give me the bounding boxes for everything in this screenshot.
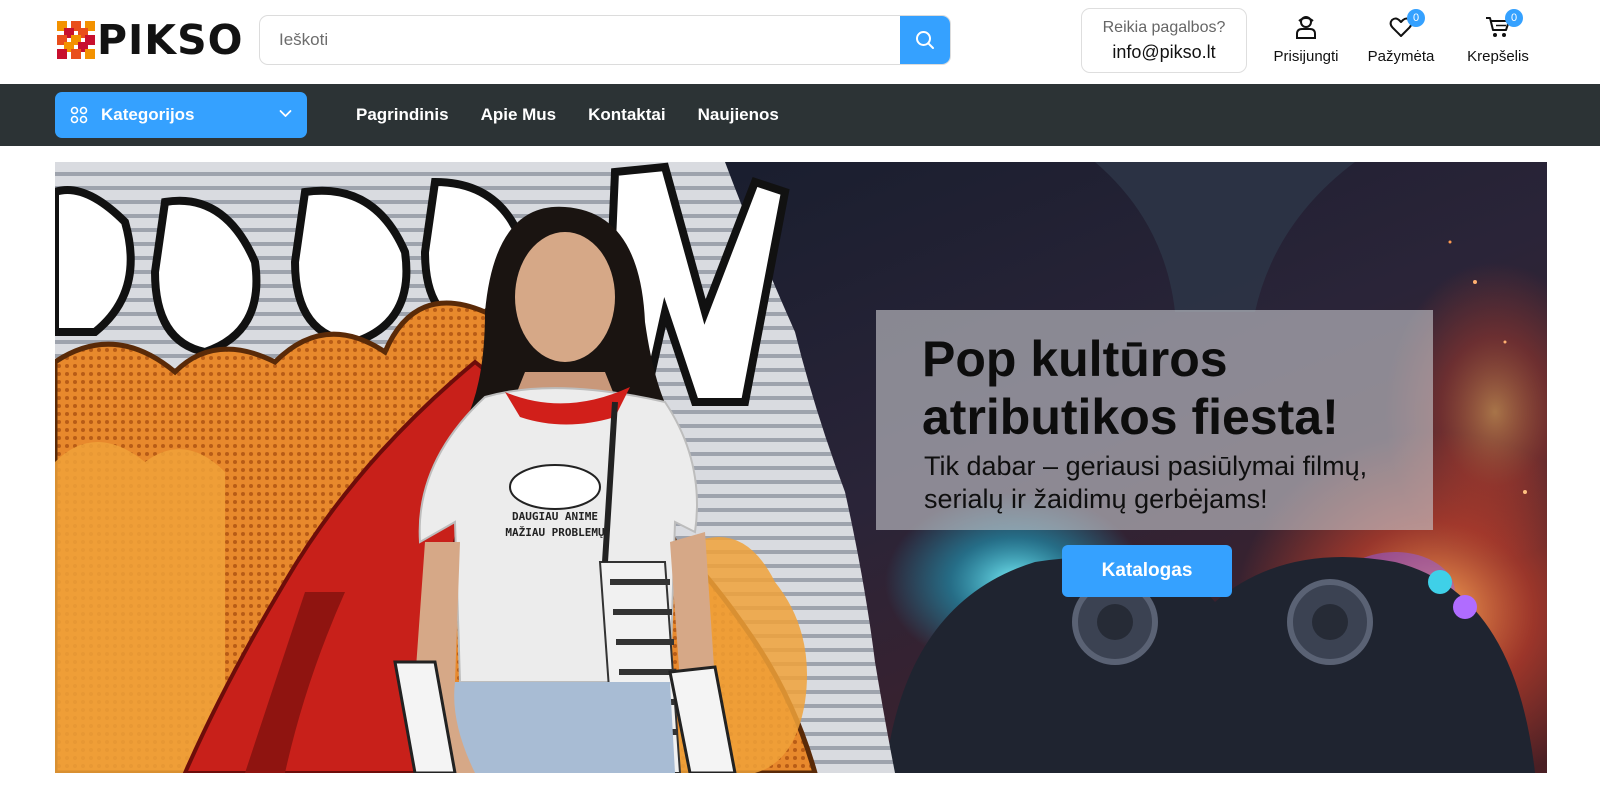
cart-button[interactable]: 0 Krepšelis	[1462, 9, 1534, 70]
categories-dropdown[interactable]: Kategorijos	[55, 92, 307, 138]
hero-title: Pop kultūros atributikos fiesta!	[922, 331, 1339, 445]
login-label: Prisijungti	[1273, 48, 1339, 65]
help-label: Reikia pagalbos?	[1102, 19, 1226, 36]
search-icon	[916, 31, 934, 49]
categories-label: Kategorijos	[101, 105, 195, 124]
cart-label: Krepšelis	[1467, 48, 1529, 65]
wishlist-count-badge: 0	[1407, 9, 1425, 27]
shirt-text-line-2: MAŽIAU PROBLEMŲ	[505, 526, 605, 539]
logo-mark-icon	[57, 21, 95, 59]
wishlist-button[interactable]: 0 Pažymėta	[1364, 9, 1438, 70]
brand-logo[interactable]: PIKSO	[57, 18, 243, 62]
hero-banner: DAUGIAU ANIME MAŽIAU PROBLEMŲ Pop kultūr…	[55, 162, 1547, 773]
chevron-down-icon	[279, 110, 292, 117]
user-icon	[1296, 16, 1316, 39]
main-nav: Kategorijos Pagrindinis Apie Mus Kontakt…	[0, 84, 1600, 146]
brand-name: PIKSO	[97, 16, 244, 64]
search-input[interactable]	[260, 16, 901, 64]
wishlist-label: Pažymėta	[1367, 48, 1435, 65]
site-header: PIKSO Reikia pagalbos? info@pikso.lt Pri…	[0, 0, 1600, 84]
shirt-text-line-1: DAUGIAU ANIME	[512, 510, 598, 523]
hero-subtitle: Tik dabar – geriausi pasiūlymai filmų, s…	[924, 451, 1368, 514]
nav-link-about[interactable]: Apie Mus	[481, 105, 557, 125]
hero-text-panel: Pop kultūros atributikos fiesta! Tik dab…	[876, 310, 1433, 530]
nav-link-news[interactable]: Naujienos	[698, 105, 779, 125]
help-email-link[interactable]: info@pikso.lt	[1082, 42, 1246, 63]
login-button[interactable]: Prisijungti	[1268, 12, 1344, 70]
search-bar	[259, 15, 951, 65]
cart-count-badge: 0	[1505, 9, 1523, 27]
categories-grid-icon	[70, 106, 88, 124]
nav-link-contacts[interactable]: Kontaktai	[588, 105, 665, 125]
nav-links: Pagrindinis Apie Mus Kontaktai Naujienos	[356, 84, 811, 146]
search-button[interactable]	[900, 16, 950, 64]
nav-link-home[interactable]: Pagrindinis	[356, 105, 449, 125]
help-box: Reikia pagalbos? info@pikso.lt	[1081, 8, 1247, 73]
catalog-button[interactable]: Katalogas	[1062, 545, 1232, 597]
